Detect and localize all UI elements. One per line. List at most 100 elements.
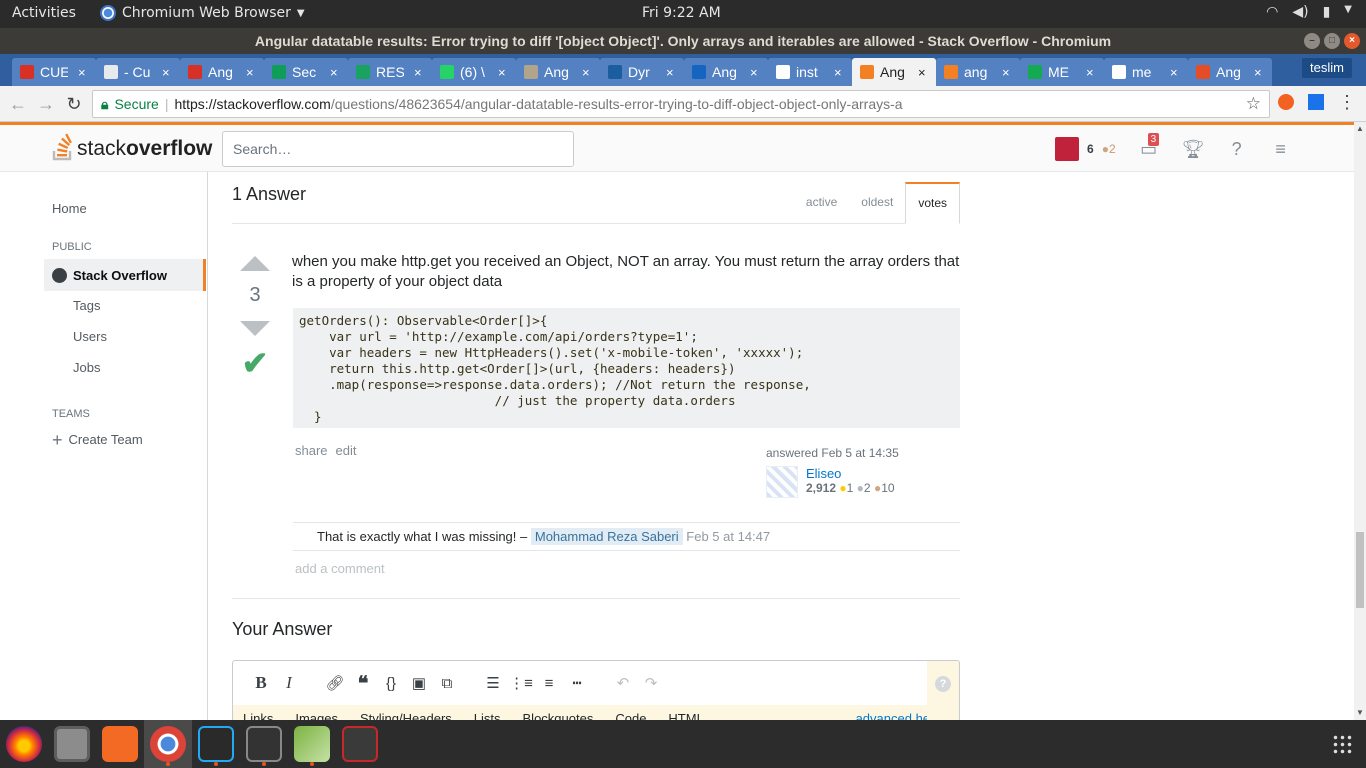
so-logo[interactable]: stackoverflow — [52, 133, 212, 161]
clock[interactable]: Fri 9:22 AM — [642, 5, 721, 21]
site-switcher-icon[interactable]: ≡ — [1270, 139, 1292, 160]
vscode-icon[interactable] — [198, 726, 234, 762]
show-applications-icon[interactable] — [1332, 734, 1352, 754]
reload-button[interactable]: ↻ — [62, 92, 86, 116]
firefox-icon[interactable] — [6, 726, 42, 762]
extension-icon[interactable] — [1308, 94, 1324, 110]
browser-tab[interactable]: RES × — [348, 58, 432, 86]
address-bar[interactable]: 🔒︎ Secure | https://stackoverflow.com/qu… — [92, 90, 1270, 118]
tab-close-icon[interactable]: × — [582, 65, 590, 80]
tab-close-icon[interactable]: × — [1002, 65, 1010, 80]
app-menu[interactable]: Chromium Web Browser ▼ — [100, 5, 305, 21]
tab-close-icon[interactable]: × — [666, 65, 674, 80]
sidebar-item-jobs[interactable]: Jobs — [73, 360, 100, 375]
user-name-link[interactable]: Eliseo — [806, 466, 895, 481]
browser-tab[interactable]: (6) \ × — [432, 58, 516, 86]
forward-button[interactable]: → — [34, 92, 58, 116]
scroll-up-icon[interactable]: ▲ — [1356, 124, 1364, 133]
browser-tab[interactable]: Sec × — [264, 58, 348, 86]
inbox-icon[interactable]: ▭ 3 — [1138, 132, 1160, 160]
image-viewer-icon[interactable] — [294, 726, 330, 762]
bold-icon[interactable]: B — [247, 673, 275, 693]
browser-tab[interactable]: CUE × — [12, 58, 96, 86]
comment-user-link[interactable]: Mohammad Reza Saberi — [530, 528, 683, 545]
tab-close-icon[interactable]: × — [330, 65, 338, 80]
browser-tab[interactable]: inst × — [768, 58, 852, 86]
browser-tab[interactable]: Ang × — [180, 58, 264, 86]
browser-tab[interactable]: Ang × — [684, 58, 768, 86]
tab-close-icon[interactable]: × — [246, 65, 254, 80]
italic-icon[interactable]: I — [275, 673, 303, 693]
share-link[interactable]: share — [295, 443, 328, 458]
browser-tab[interactable]: ME × — [1020, 58, 1104, 86]
files-icon[interactable] — [54, 726, 90, 762]
maximize-button[interactable]: □ — [1324, 33, 1340, 49]
help-tab-styling[interactable]: Styling/Headers — [360, 711, 452, 720]
heading-icon[interactable]: ≡ — [535, 675, 563, 692]
sidebar-item-home[interactable]: Home — [52, 201, 87, 216]
tab-active[interactable]: active — [794, 182, 849, 224]
upvote-arrow-icon[interactable] — [240, 256, 270, 271]
help-tab-blockquotes[interactable]: Blockquotes — [523, 711, 594, 720]
help-icon[interactable]: ? — [1226, 139, 1248, 160]
scrollbar-thumb[interactable] — [1356, 532, 1364, 608]
scroll-down-icon[interactable]: ▼ — [1356, 708, 1364, 717]
terminal-icon[interactable] — [246, 726, 282, 762]
browser-tab[interactable]: Ang × — [1188, 58, 1272, 86]
user-avatar[interactable] — [766, 466, 798, 498]
sidebar-item-stack-overflow[interactable]: Stack Overflow — [44, 259, 206, 291]
tab-close-icon[interactable]: × — [1170, 65, 1178, 80]
edit-link[interactable]: edit — [336, 443, 357, 458]
browser-tab[interactable]: Ang × — [516, 58, 600, 86]
create-team-link[interactable]: + Create Team — [52, 431, 143, 449]
tab-votes[interactable]: votes — [905, 182, 960, 224]
close-button[interactable]: × — [1344, 33, 1360, 49]
tab-close-icon[interactable]: × — [162, 65, 170, 80]
browser-tab[interactable]: Dyr × — [600, 58, 684, 86]
add-comment-link[interactable]: add a comment — [293, 551, 960, 586]
bookmark-star-icon[interactable]: ☆ — [1246, 91, 1261, 117]
help-tab-lists[interactable]: Lists — [474, 711, 501, 720]
tab-close-icon[interactable]: × — [1254, 65, 1262, 80]
downvote-arrow-icon[interactable] — [240, 321, 270, 336]
code-icon[interactable]: {} — [377, 675, 405, 692]
menu-icon[interactable]: ⋮ — [1338, 93, 1356, 111]
help-tab-html[interactable]: HTML — [668, 711, 703, 720]
image-icon[interactable]: ▣ — [405, 674, 433, 692]
sidebar-item-users[interactable]: Users — [73, 329, 107, 344]
link-icon[interactable]: 🔗︎ — [321, 674, 349, 692]
tab-close-icon[interactable]: × — [1086, 65, 1094, 80]
help-tab-code[interactable]: Code — [615, 711, 646, 720]
browser-tab[interactable]: - Cu × — [96, 58, 180, 86]
undo-icon[interactable]: ↶ — [609, 674, 637, 692]
activities-button[interactable]: Activities — [12, 5, 76, 21]
bulleted-list-icon[interactable]: ⋮≡ — [507, 674, 535, 692]
back-button[interactable]: ← — [6, 92, 30, 116]
help-tab-links[interactable]: Links — [243, 711, 273, 720]
help-tab-images[interactable]: Images — [295, 711, 338, 720]
browser-tab[interactable]: Ang × — [852, 58, 936, 86]
software-center-icon[interactable] — [102, 726, 138, 762]
browser-tab[interactable]: me × — [1104, 58, 1188, 86]
snippet-icon[interactable]: ⧉ — [433, 675, 461, 692]
redo-icon[interactable]: ↷ — [637, 674, 665, 692]
browser-tab[interactable]: ang × — [936, 58, 1020, 86]
tab-close-icon[interactable]: × — [498, 65, 506, 80]
tab-close-icon[interactable]: × — [414, 65, 422, 80]
chromium-icon[interactable] — [150, 726, 186, 762]
system-tray[interactable]: ◠ ◀) ▮ ▼ — [1266, 4, 1352, 20]
tab-close-icon[interactable]: × — [918, 65, 926, 80]
tab-close-icon[interactable]: × — [750, 65, 758, 80]
page-scrollbar[interactable]: ▲ ▼ — [1354, 122, 1366, 720]
profile-button[interactable]: teslim — [1302, 58, 1352, 78]
extension-icon[interactable] — [1278, 94, 1294, 110]
minimize-button[interactable]: – — [1304, 33, 1320, 49]
avatar[interactable] — [1055, 137, 1079, 161]
blockquote-icon[interactable]: ❝ — [349, 671, 377, 696]
sidebar-item-tags[interactable]: Tags — [73, 298, 100, 313]
tab-close-icon[interactable]: × — [834, 65, 842, 80]
search-input[interactable]: Search… — [222, 131, 574, 167]
horizontal-rule-icon[interactable]: ┅ — [563, 674, 591, 692]
tab-close-icon[interactable]: × — [78, 65, 86, 80]
trophy-icon[interactable]: 🏆︎ — [1182, 139, 1205, 160]
